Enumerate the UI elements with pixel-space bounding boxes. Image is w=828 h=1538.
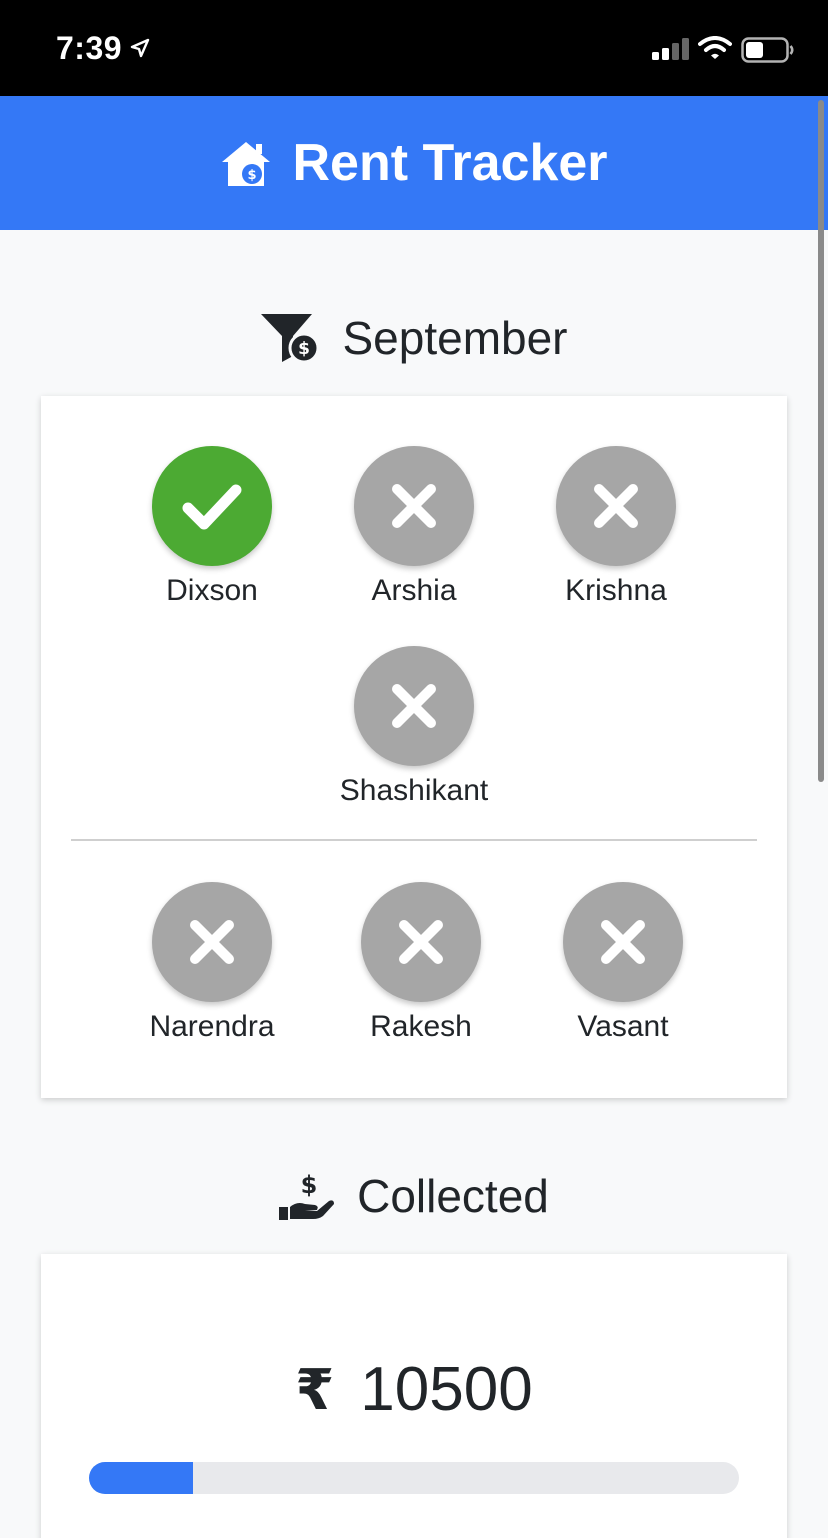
tenant-shashikant[interactable]: Shashikant xyxy=(314,646,514,808)
unpaid-status-button[interactable] xyxy=(556,446,676,566)
tenant-arshia[interactable]: Arshia xyxy=(314,446,514,608)
tenant-name: Krishna xyxy=(565,574,667,607)
scrollbar[interactable] xyxy=(818,100,824,782)
app-title: Rent Tracker xyxy=(292,134,608,192)
collected-card: ₹ 10500 xyxy=(41,1254,787,1538)
svg-text:$: $ xyxy=(301,1171,318,1199)
tenant-vasant[interactable]: Vasant xyxy=(523,882,723,1044)
location-arrow-icon xyxy=(130,38,150,58)
tenant-name: Shashikant xyxy=(339,774,489,807)
funnel-dollar-icon: $ xyxy=(261,314,320,364)
close-icon xyxy=(392,484,436,528)
collected-title: Collected xyxy=(357,1170,549,1222)
paid-status-button[interactable] xyxy=(152,446,272,566)
month-heading: $ September xyxy=(0,308,828,368)
collected-amount: ₹ 10500 xyxy=(41,1354,787,1425)
check-icon xyxy=(182,484,242,530)
group-divider xyxy=(71,839,757,841)
amount-value: 10500 xyxy=(360,1355,533,1424)
tenant-name: Arshia xyxy=(371,574,457,607)
close-icon xyxy=(190,920,234,964)
close-icon xyxy=(392,684,436,728)
tenant-narendra[interactable]: Narendra xyxy=(112,882,312,1044)
signal-icon xyxy=(652,38,689,60)
status-time: 7:39 xyxy=(56,30,123,66)
svg-text:$: $ xyxy=(299,339,311,359)
tenants-card: Dixson Arshia Krishna Shashikant Narendr… xyxy=(41,396,787,1098)
tenant-krishna[interactable]: Krishna xyxy=(516,446,716,608)
close-icon xyxy=(594,484,638,528)
month-title: September xyxy=(342,312,568,364)
battery-icon xyxy=(741,37,794,63)
collection-progress-bar xyxy=(89,1462,739,1494)
house-dollar-icon: $ xyxy=(222,142,271,186)
tenant-name: Rakesh xyxy=(370,1010,472,1043)
unpaid-status-button[interactable] xyxy=(152,882,272,1002)
tenant-dixson[interactable]: Dixson xyxy=(112,446,312,608)
wifi-icon xyxy=(698,36,732,59)
hand-holding-dollar-icon: $ xyxy=(279,1171,335,1220)
app-header: $ Rent Tracker xyxy=(0,96,828,230)
close-icon xyxy=(601,920,645,964)
unpaid-status-button[interactable] xyxy=(563,882,683,1002)
close-icon xyxy=(399,920,443,964)
collection-progress-fill xyxy=(89,1462,193,1494)
tenant-name: Vasant xyxy=(577,1010,669,1043)
tenant-name: Narendra xyxy=(149,1010,275,1043)
status-bar: 7:39 xyxy=(0,0,828,96)
svg-text:$: $ xyxy=(248,168,257,183)
unpaid-status-button[interactable] xyxy=(354,446,474,566)
unpaid-status-button[interactable] xyxy=(354,646,474,766)
unpaid-status-button[interactable] xyxy=(361,882,481,1002)
collected-heading: $ Collected xyxy=(0,1166,828,1226)
tenant-rakesh[interactable]: Rakesh xyxy=(321,882,521,1044)
tenant-name: Dixson xyxy=(166,574,258,607)
rupee-symbol: ₹ xyxy=(295,1357,335,1421)
